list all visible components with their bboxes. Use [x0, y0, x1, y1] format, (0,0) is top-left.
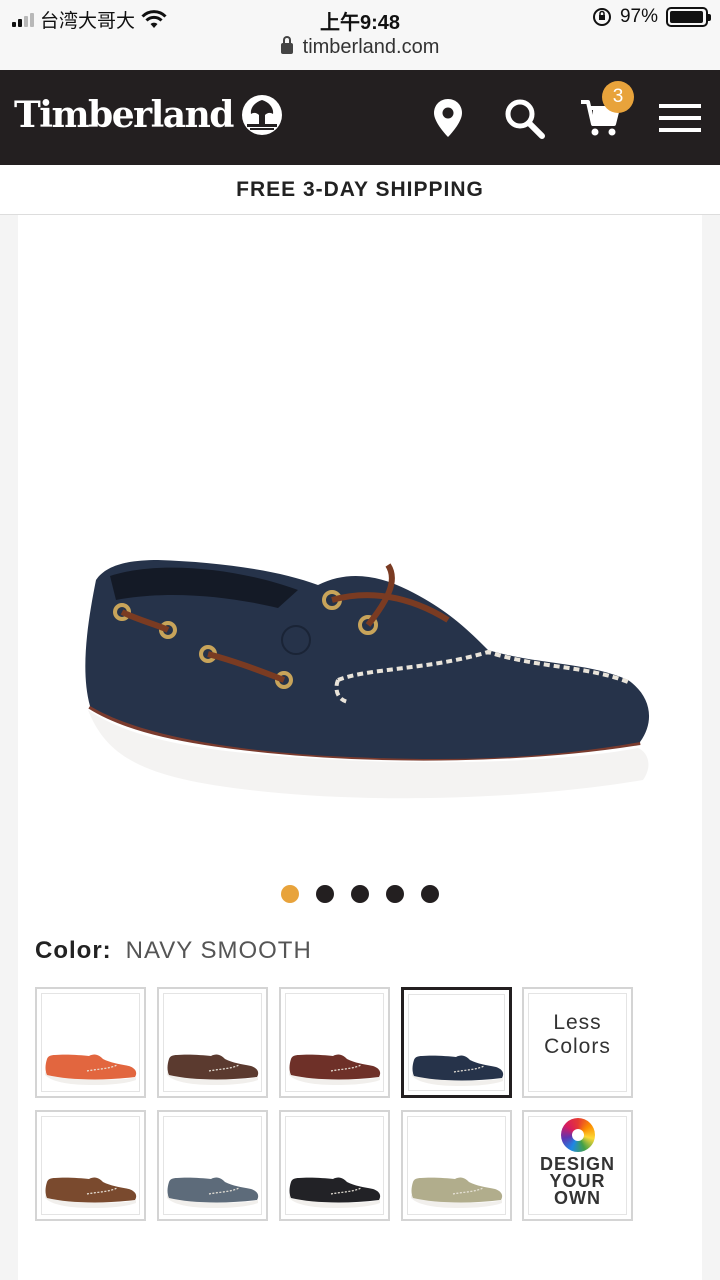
- lock-icon: [280, 36, 293, 54]
- design-your-own-button[interactable]: DESIGN YOUR OWN: [522, 1110, 633, 1221]
- color-wheel-icon: [560, 1118, 595, 1152]
- color-swatch-sage[interactable]: [401, 1110, 512, 1221]
- color-swatch-orange[interactable]: [35, 987, 146, 1098]
- color-swatch-dark-brown[interactable]: [157, 987, 268, 1098]
- search-icon[interactable]: [502, 96, 546, 140]
- timberland-logo[interactable]: Timberland: [14, 94, 283, 136]
- promo-banner[interactable]: FREE 3-DAY SHIPPING: [0, 165, 720, 215]
- color-swatch-burgundy[interactable]: [279, 987, 390, 1098]
- color-label: Color:: [35, 937, 112, 964]
- status-right: 97%: [592, 6, 711, 28]
- less-colors-button[interactable]: Less Colors: [522, 987, 633, 1098]
- color-value: NAVY SMOOTH: [125, 937, 312, 964]
- battery-icon: [666, 7, 711, 27]
- carousel-dot-5[interactable]: [421, 885, 439, 903]
- menu-icon[interactable]: [658, 96, 702, 140]
- status-bar: 台湾大哥大 上午9:48 97%: [0, 0, 720, 36]
- carousel-dots: [18, 885, 702, 903]
- product-card: Color: NAVY SMOOTH Less Colors DESIGN YOU…: [18, 215, 702, 1280]
- carousel-dot-2[interactable]: [316, 885, 334, 903]
- carousel-dot-3[interactable]: [351, 885, 369, 903]
- carousel-dot-4[interactable]: [386, 885, 404, 903]
- product-image[interactable]: [68, 530, 668, 820]
- color-swatch-brown[interactable]: [35, 1110, 146, 1221]
- location-icon[interactable]: [426, 96, 470, 140]
- tree-logo-icon: [241, 95, 282, 135]
- cart-count-badge: 3: [602, 81, 634, 113]
- url-text: timberland.com: [302, 36, 440, 58]
- color-selection-label: Color: NAVY SMOOTH: [35, 937, 312, 965]
- color-swatch-gray-blue[interactable]: [157, 1110, 268, 1221]
- url-bar[interactable]: timberland.com: [0, 36, 720, 70]
- color-swatch-navy-smooth[interactable]: [401, 987, 512, 1098]
- color-swatch-black[interactable]: [279, 1110, 390, 1221]
- battery-percent: 97%: [619, 6, 658, 27]
- rotation-lock-icon: [592, 8, 611, 26]
- brand-wordmark: Timberland: [14, 94, 234, 136]
- carousel-dot-1[interactable]: [281, 885, 299, 903]
